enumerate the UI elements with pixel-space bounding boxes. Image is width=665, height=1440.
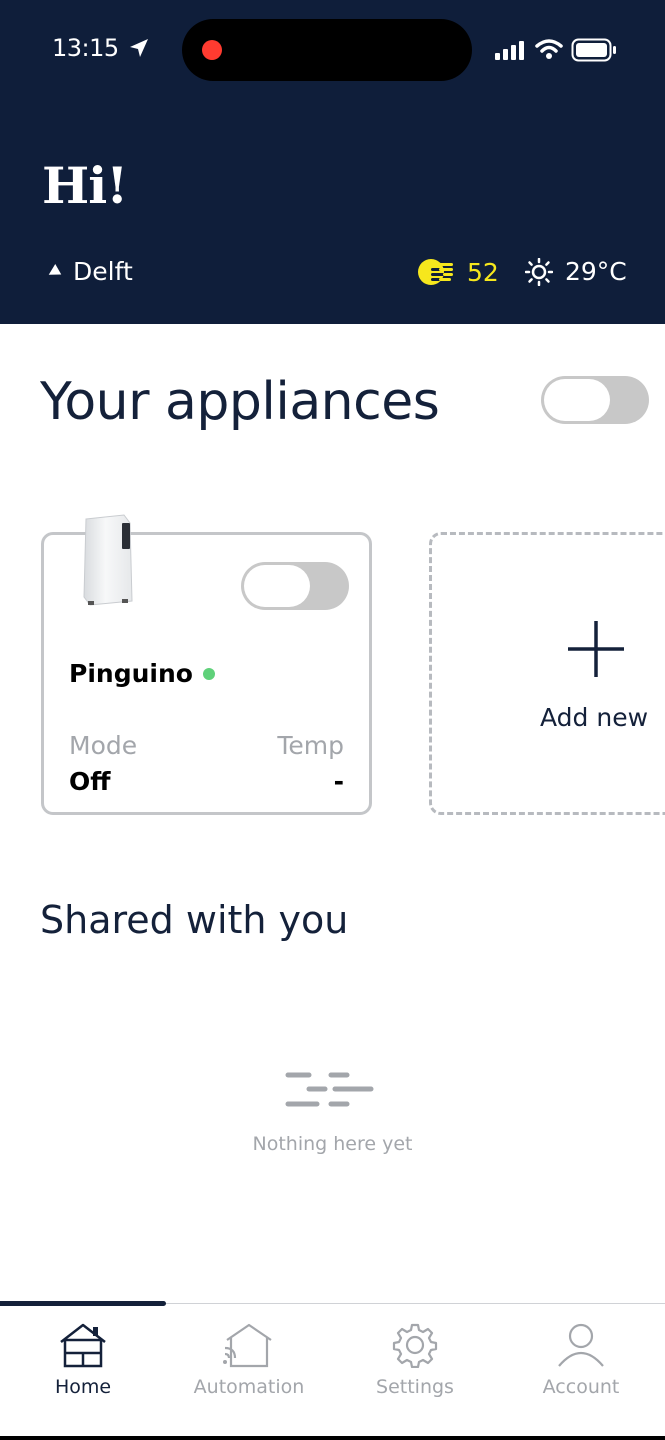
- shared-title: Shared with you: [40, 898, 349, 942]
- home-indicator-bar: [0, 1436, 665, 1440]
- tab-label-home: Home: [54, 1376, 112, 1398]
- tab-account[interactable]: Account: [498, 1322, 664, 1398]
- greeting-title: Hi!: [42, 156, 128, 215]
- status-time: 13:15: [52, 34, 119, 62]
- signal-icon: [495, 41, 524, 60]
- appliance-power-toggle[interactable]: [241, 562, 349, 610]
- aqi-value: 52: [467, 257, 499, 287]
- toggle-knob: [544, 379, 610, 421]
- user-icon: [558, 1323, 604, 1367]
- location-pointer-icon: [45, 263, 62, 280]
- empty-state-text: Nothing here yet: [252, 1133, 413, 1155]
- temp-label: Temp: [277, 731, 344, 760]
- all-appliances-toggle[interactable]: [541, 376, 649, 424]
- mode-label: Mode: [69, 731, 138, 760]
- battery-icon: [571, 38, 616, 62]
- header: 13:15 Hi! Delft 52 29°C: [0, 0, 665, 324]
- temperature-value: 29°C: [565, 257, 627, 286]
- smart-home-icon: [223, 1323, 272, 1368]
- appliance-name-row: Pinguino: [69, 659, 215, 688]
- air-quality-icon: [418, 259, 453, 285]
- location-label: Delft: [73, 257, 133, 286]
- toggle-knob: [244, 565, 310, 607]
- temp-value: -: [333, 767, 344, 796]
- active-tab-indicator: [0, 1301, 166, 1306]
- online-status-dot: [202, 667, 215, 680]
- tab-label-automation: Automation: [193, 1376, 305, 1398]
- appliance-card[interactable]: Pinguino Mode Temp Off -: [41, 514, 372, 815]
- empty-list-icon: [285, 1072, 374, 1107]
- tab-bar: Home Automation Settings Account: [0, 1301, 665, 1440]
- location-arrow-icon: [130, 39, 148, 57]
- add-new-appliance-card[interactable]: Add new: [429, 532, 665, 815]
- gear-icon: [392, 1323, 438, 1368]
- tab-automation[interactable]: Automation: [166, 1322, 332, 1398]
- home-icon: [60, 1323, 106, 1368]
- dynamic-island: [182, 19, 472, 81]
- appliance-name: Pinguino: [69, 659, 193, 688]
- recording-dot-icon: [202, 40, 222, 60]
- tab-settings[interactable]: Settings: [332, 1322, 498, 1398]
- plus-icon: [568, 621, 624, 677]
- air-conditioner-image: [83, 514, 133, 606]
- wifi-icon: [535, 39, 563, 59]
- tab-home[interactable]: Home: [0, 1322, 166, 1398]
- tab-label-settings: Settings: [376, 1376, 454, 1398]
- air-quality[interactable]: 52: [417, 257, 499, 287]
- weather[interactable]: 29°C: [525, 257, 627, 286]
- tab-label-account: Account: [542, 1376, 620, 1398]
- add-new-label: Add new: [540, 703, 649, 732]
- location[interactable]: Delft: [45, 257, 133, 286]
- appliances-title: Your appliances: [40, 372, 440, 432]
- mode-value: Off: [69, 767, 111, 796]
- sun-icon: [525, 257, 553, 286]
